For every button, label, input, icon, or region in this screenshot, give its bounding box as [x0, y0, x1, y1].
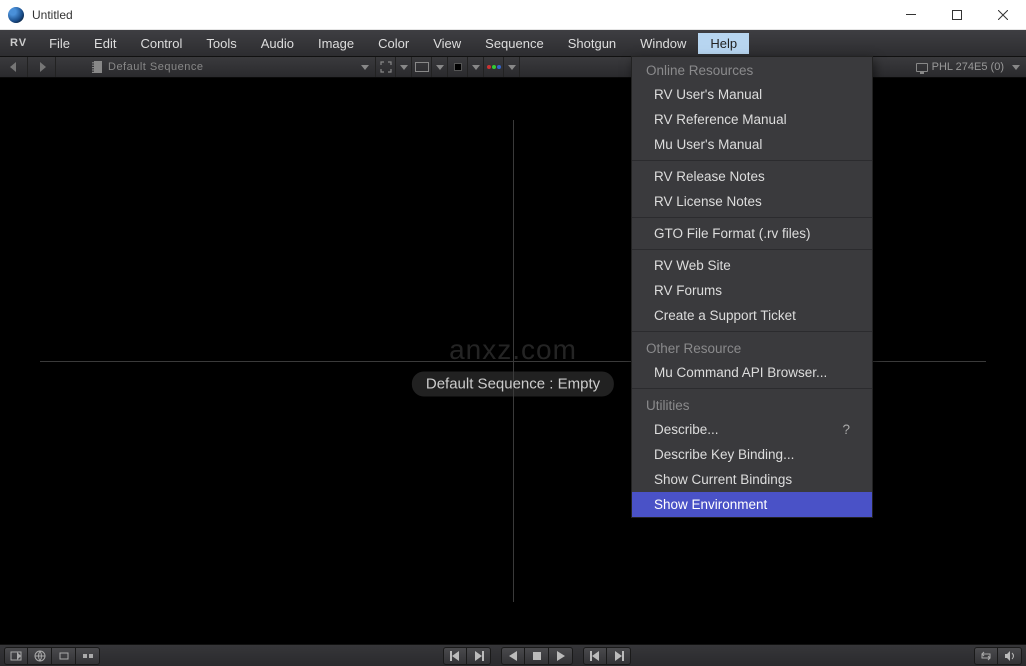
stop-button[interactable] — [525, 647, 549, 665]
volume-button[interactable] — [998, 647, 1022, 665]
maximize-button[interactable] — [934, 0, 980, 30]
skip-back-button[interactable] — [583, 647, 607, 665]
nav-back-button[interactable] — [0, 57, 28, 77]
menu-item-mu-command-api-browser[interactable]: Mu Command API Browser... — [632, 360, 872, 385]
chevron-down-icon — [472, 65, 480, 70]
menu-item-show-current-bindings[interactable]: Show Current Bindings — [632, 467, 872, 492]
bottom-control-bar — [0, 644, 1026, 666]
rgb-dots-icon — [483, 65, 505, 69]
menu-section-other-resource: Other Resource — [632, 335, 872, 360]
menu-shotgun[interactable]: Shotgun — [556, 33, 628, 54]
chevron-down-icon — [400, 65, 408, 70]
monitor-selector[interactable]: PHL 274E5 (0) — [910, 61, 1026, 73]
menu-item-show-environment[interactable]: Show Environment — [632, 492, 872, 517]
menu-section-online-resources: Online Resources — [632, 57, 872, 82]
square-icon — [454, 63, 462, 71]
film-icon — [92, 61, 102, 73]
step-back-button[interactable] — [443, 647, 467, 665]
sequence-picker[interactable]: Default Sequence — [86, 57, 376, 77]
monitor-icon — [916, 63, 928, 72]
monitor-label: PHL 274E5 (0) — [932, 61, 1004, 73]
menu-item-rv-reference-manual[interactable]: RV Reference Manual — [632, 107, 872, 132]
menu-view[interactable]: View — [421, 33, 473, 54]
fit-dropdown[interactable] — [396, 57, 412, 77]
menu-item-describe-key-binding[interactable]: Describe Key Binding... — [632, 442, 872, 467]
menu-control[interactable]: Control — [128, 33, 194, 54]
menu-edit[interactable]: Edit — [82, 33, 128, 54]
sequence-label: Default Sequence — [108, 61, 203, 73]
menu-item-rv-license-notes[interactable]: RV License Notes — [632, 189, 872, 214]
watermark: anxz.com — [449, 334, 577, 366]
frame-button[interactable] — [412, 57, 432, 77]
menu-separator — [632, 160, 872, 161]
menu-separator — [632, 249, 872, 250]
skip-forward-button[interactable] — [607, 647, 631, 665]
menu-section-utilities: Utilities — [632, 392, 872, 417]
menu-audio[interactable]: Audio — [249, 33, 306, 54]
menu-item-create-support-ticket[interactable]: Create a Support Ticket — [632, 303, 872, 328]
in-out-button[interactable] — [4, 647, 28, 665]
menu-item-gto-file-format[interactable]: GTO File Format (.rv files) — [632, 221, 872, 246]
viewport-status-label: Default Sequence : Empty — [412, 371, 614, 396]
rv-logo: RV — [4, 37, 37, 49]
menu-item-mu-users-manual[interactable]: Mu User's Manual — [632, 132, 872, 157]
globe-button[interactable] — [28, 647, 52, 665]
app-icon — [8, 7, 24, 23]
play-button[interactable] — [549, 647, 573, 665]
chevron-down-icon — [1012, 65, 1020, 70]
bg-button[interactable] — [448, 57, 468, 77]
step-forward-button[interactable] — [467, 647, 491, 665]
shortcut-label: ? — [842, 422, 850, 437]
chevron-down-icon — [508, 65, 516, 70]
menu-separator — [632, 388, 872, 389]
nav-forward-button[interactable] — [28, 57, 56, 77]
menu-item-rv-web-site[interactable]: RV Web Site — [632, 253, 872, 278]
chevron-down-icon — [361, 65, 369, 70]
window-title: Untitled — [32, 8, 888, 22]
tool-button-1[interactable] — [52, 647, 76, 665]
menu-tools[interactable]: Tools — [194, 33, 248, 54]
menu-item-rv-release-notes[interactable]: RV Release Notes — [632, 164, 872, 189]
chevron-down-icon — [436, 65, 444, 70]
tool-button-2[interactable] — [76, 647, 100, 665]
menu-sequence[interactable]: Sequence — [473, 33, 556, 54]
close-button[interactable] — [980, 0, 1026, 30]
menubar: RV File Edit Control Tools Audio Image C… — [0, 30, 1026, 56]
menu-item-describe[interactable]: Describe...? — [632, 417, 872, 442]
window-titlebar: Untitled — [0, 0, 1026, 30]
fit-button[interactable] — [376, 57, 396, 77]
minimize-button[interactable] — [888, 0, 934, 30]
help-dropdown-menu: Online Resources RV User's Manual RV Ref… — [631, 56, 873, 518]
menu-item-rv-users-manual[interactable]: RV User's Manual — [632, 82, 872, 107]
menu-file[interactable]: File — [37, 33, 82, 54]
frame-dropdown[interactable] — [432, 57, 448, 77]
channels-button[interactable] — [484, 57, 504, 77]
play-reverse-button[interactable] — [501, 647, 525, 665]
menu-image[interactable]: Image — [306, 33, 366, 54]
menu-separator — [632, 331, 872, 332]
frame-icon — [415, 62, 429, 72]
loop-button[interactable] — [974, 647, 998, 665]
menu-separator — [632, 217, 872, 218]
menu-item-rv-forums[interactable]: RV Forums — [632, 278, 872, 303]
channels-dropdown[interactable] — [504, 57, 520, 77]
menu-help[interactable]: Help — [698, 33, 749, 54]
menu-color[interactable]: Color — [366, 33, 421, 54]
menu-window[interactable]: Window — [628, 33, 698, 54]
